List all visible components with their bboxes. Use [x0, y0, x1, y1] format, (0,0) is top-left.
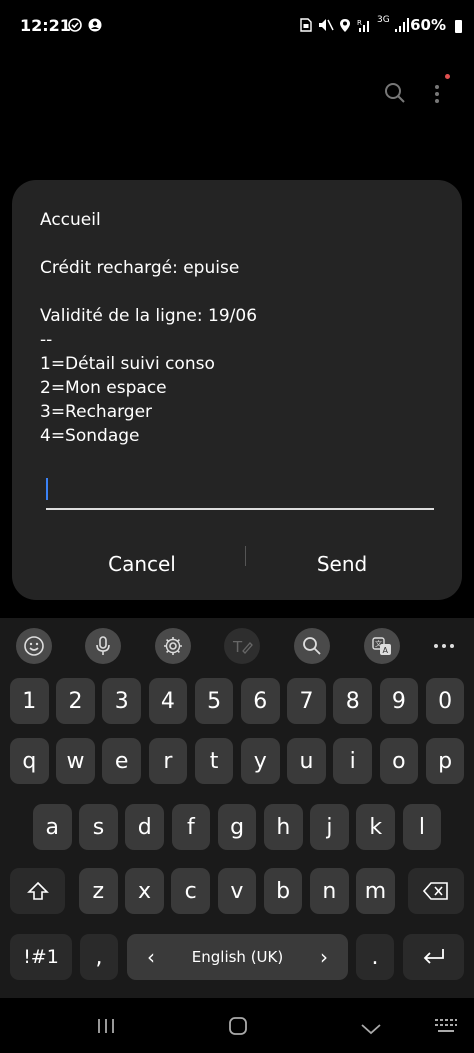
- key-3[interactable]: 3: [102, 678, 141, 724]
- backspace-key[interactable]: [408, 868, 464, 914]
- language-prev-icon: ‹: [147, 945, 155, 969]
- key-1[interactable]: 1: [10, 678, 49, 724]
- key-s[interactable]: s: [79, 804, 118, 850]
- handwriting-icon: T: [224, 628, 260, 664]
- svg-text:文: 文: [375, 639, 382, 648]
- ussd-message: Accueil Crédit rechargé: epuise Validité…: [40, 210, 258, 446]
- mic-icon[interactable]: [85, 628, 121, 664]
- battery-percentage: 60%: [410, 16, 446, 34]
- emoji-icon[interactable]: [16, 628, 52, 664]
- keyboard-hide-icon[interactable]: [434, 1018, 458, 1038]
- key-m[interactable]: m: [356, 868, 395, 914]
- svg-text:T: T: [232, 638, 243, 656]
- key-i[interactable]: i: [333, 738, 372, 784]
- key-z[interactable]: z: [79, 868, 118, 914]
- check-circle-icon: [68, 18, 82, 36]
- sim-icon: [300, 18, 312, 36]
- key-k[interactable]: k: [356, 804, 395, 850]
- language-label: English (UK): [191, 948, 284, 966]
- settings-icon[interactable]: [155, 628, 191, 664]
- key-a[interactable]: a: [33, 804, 72, 850]
- enter-key[interactable]: [403, 934, 464, 980]
- key-t[interactable]: t: [194, 738, 234, 784]
- recents-icon[interactable]: [96, 1018, 116, 1038]
- status-time: 12:21: [20, 16, 71, 35]
- search-icon[interactable]: [294, 628, 330, 664]
- key-j[interactable]: j: [310, 804, 349, 850]
- comma-key[interactable]: ,: [80, 934, 118, 980]
- key-y[interactable]: y: [241, 738, 280, 784]
- network-type: 3G: [377, 15, 390, 25]
- key-q[interactable]: q: [10, 738, 49, 784]
- key-p[interactable]: p: [425, 738, 465, 784]
- key-8[interactable]: 8: [333, 678, 372, 724]
- translate-icon[interactable]: A文: [364, 628, 400, 664]
- key-u[interactable]: u: [287, 738, 326, 784]
- key-9[interactable]: 9: [379, 678, 419, 724]
- key-r[interactable]: r: [148, 738, 188, 784]
- location-icon: [339, 18, 351, 37]
- reply-input[interactable]: [46, 472, 434, 510]
- mute-icon: [318, 18, 334, 36]
- more-vert-icon[interactable]: [430, 80, 444, 108]
- battery-icon: [455, 20, 462, 33]
- status-bar: 12:21 R 3G 60%: [0, 0, 474, 54]
- key-2[interactable]: 2: [56, 678, 95, 724]
- signal-icon: [394, 18, 410, 36]
- svg-text:R: R: [357, 19, 362, 27]
- key-e[interactable]: e: [102, 738, 141, 784]
- navigation-bar: [0, 998, 474, 1053]
- key-n[interactable]: n: [310, 868, 349, 914]
- key-l[interactable]: l: [402, 804, 442, 850]
- notification-dot: [445, 74, 450, 79]
- home-icon[interactable]: [228, 1017, 248, 1039]
- back-icon[interactable]: [360, 1020, 382, 1039]
- key-b[interactable]: b: [263, 868, 303, 914]
- key-5[interactable]: 5: [194, 678, 234, 724]
- keyboard: T A文 !#1 , ‹ English (UK) › . 1234567890…: [0, 618, 474, 998]
- key-d[interactable]: d: [125, 804, 164, 850]
- key-c[interactable]: c: [171, 868, 210, 914]
- symbols-key[interactable]: !#1: [10, 934, 72, 980]
- ussd-dialog: Accueil Crédit rechargé: epuise Validité…: [12, 180, 462, 600]
- account-icon: [88, 18, 102, 36]
- svg-text:A: A: [383, 646, 389, 655]
- language-next-icon: ›: [320, 945, 328, 969]
- more-icon[interactable]: [426, 628, 462, 664]
- signal-icon: R: [357, 18, 373, 36]
- key-7[interactable]: 7: [287, 678, 326, 724]
- search-icon[interactable]: [384, 82, 406, 104]
- key-f[interactable]: f: [171, 804, 211, 850]
- key-v[interactable]: v: [217, 868, 257, 914]
- key-h[interactable]: h: [264, 804, 303, 850]
- period-key[interactable]: .: [356, 934, 394, 980]
- shift-key[interactable]: [10, 868, 65, 914]
- space-key[interactable]: ‹ English (UK) ›: [127, 934, 348, 980]
- cancel-button[interactable]: Cancel: [42, 540, 242, 588]
- key-x[interactable]: x: [125, 868, 164, 914]
- key-0[interactable]: 0: [425, 678, 465, 724]
- key-w[interactable]: w: [56, 738, 95, 784]
- key-4[interactable]: 4: [148, 678, 188, 724]
- key-g[interactable]: g: [217, 804, 257, 850]
- key-6[interactable]: 6: [241, 678, 280, 724]
- send-button[interactable]: Send: [242, 540, 442, 588]
- text-cursor: [46, 478, 48, 500]
- key-o[interactable]: o: [379, 738, 419, 784]
